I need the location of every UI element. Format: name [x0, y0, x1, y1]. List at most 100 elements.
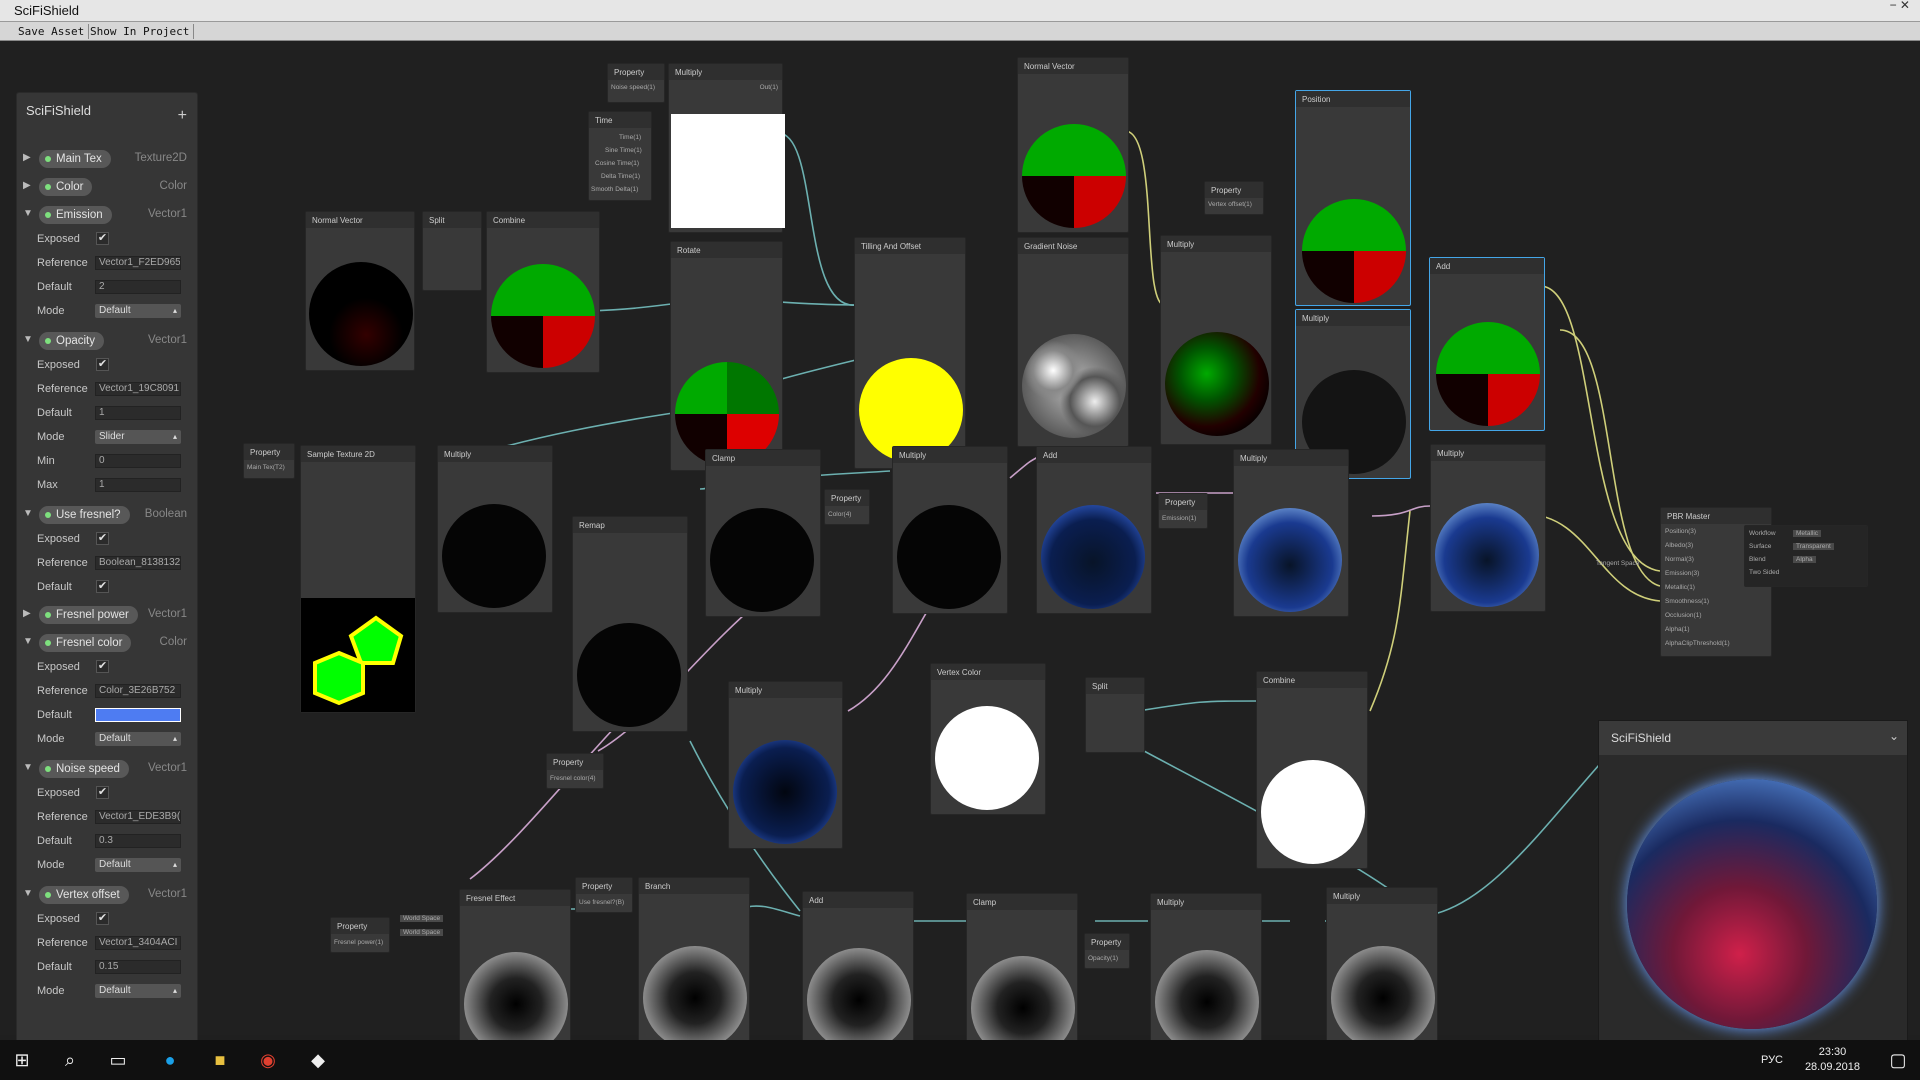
reference-field[interactable]: Vector1_19C8091: [95, 382, 181, 396]
exposed-checkbox[interactable]: ✔: [96, 232, 109, 245]
property-pill[interactable]: Fresnel color: [39, 634, 132, 652]
node-tiling-offset[interactable]: Tilling And Offset: [854, 237, 966, 469]
node-add[interactable]: Add: [1429, 257, 1545, 431]
mode-dropdown[interactable]: Default: [95, 732, 181, 746]
node-clamp[interactable]: Clamp: [705, 449, 821, 617]
port[interactable]: Albedo(3): [1665, 542, 1693, 549]
collapse-icon[interactable]: ▼: [23, 334, 33, 345]
port[interactable]: Fresnel color(4): [550, 775, 596, 782]
property-pill[interactable]: Emission: [39, 206, 112, 224]
max-field[interactable]: 1: [95, 478, 181, 492]
tangent-space-input[interactable]: Tangent Space: [1596, 560, 1639, 567]
port[interactable]: Smooth Delta(1): [591, 186, 638, 193]
mode-dropdown[interactable]: Default: [95, 858, 181, 872]
port[interactable]: Metallic(1): [1665, 584, 1695, 591]
reference-field[interactable]: Boolean_8138132: [95, 556, 181, 570]
port[interactable]: Vertex offset(1): [1208, 201, 1252, 208]
unity-icon[interactable]: ◆: [306, 1048, 330, 1072]
property-vertex-offset[interactable]: ▼ Vertex offset Vector1: [17, 885, 199, 905]
color-swatch[interactable]: [95, 708, 181, 722]
chrome-icon[interactable]: ◉: [256, 1048, 280, 1072]
windows-start-icon[interactable]: ⊞: [10, 1048, 34, 1072]
node-property-color[interactable]: Property Color(4): [824, 489, 870, 525]
mode-dropdown[interactable]: Default: [95, 304, 181, 318]
node-multiply-8[interactable]: Multiply: [728, 681, 843, 849]
exposed-checkbox[interactable]: ✔: [96, 358, 109, 371]
reference-field[interactable]: Color_3E26B752: [95, 684, 181, 698]
property-pill[interactable]: Fresnel power: [39, 606, 138, 624]
port[interactable]: Color(4): [828, 511, 851, 518]
collapse-icon[interactable]: ▼: [23, 762, 33, 773]
expand-icon[interactable]: ▶: [23, 180, 31, 191]
property-pill[interactable]: Vertex offset: [39, 886, 129, 904]
node-fresnel-effect[interactable]: Fresnel Effect: [459, 889, 571, 1061]
property-noise-speed[interactable]: ▼ Noise speed Vector1: [17, 759, 199, 779]
node-multiply-10[interactable]: Multiply: [1326, 887, 1438, 1055]
node-remap[interactable]: Remap: [572, 516, 688, 732]
default-field[interactable]: 1: [95, 406, 181, 420]
show-in-project-button[interactable]: Show In Project: [86, 24, 195, 39]
node-normal-vector[interactable]: Normal Vector: [305, 211, 415, 371]
default-field[interactable]: 2: [95, 280, 181, 294]
node-multiply-2[interactable]: Multiply: [1160, 235, 1272, 445]
port[interactable]: Smoothness(1): [1665, 598, 1709, 605]
skype-icon[interactable]: ●: [158, 1048, 182, 1072]
port[interactable]: Opacity(1): [1088, 955, 1118, 962]
node-property-use-fresnel[interactable]: Property Use fresnel?(B): [575, 877, 633, 913]
port[interactable]: Use fresnel?(B): [579, 899, 624, 906]
port[interactable]: Main Tex(T2): [247, 464, 285, 471]
reference-field[interactable]: Vector1_EDE3B9(: [95, 810, 181, 824]
blend-dropdown[interactable]: Alpha: [1793, 556, 1816, 563]
add-property-button[interactable]: +: [178, 107, 187, 125]
shader-graph-canvas[interactable]: SciFiShield + ▶ Main Tex Texture2D ▶ Color C…: [0, 41, 1920, 1075]
notifications-icon[interactable]: ▢: [1886, 1048, 1910, 1072]
min-field[interactable]: 0: [95, 454, 181, 468]
clock[interactable]: 23:30 28.09.2018: [1805, 1045, 1860, 1075]
collapse-icon[interactable]: ▼: [23, 208, 33, 219]
world-space-input-2[interactable]: World Space: [400, 929, 444, 936]
exposed-checkbox[interactable]: ✔: [96, 532, 109, 545]
node-multiply[interactable]: Multiply Out(1): [668, 63, 785, 233]
expand-icon[interactable]: ▶: [23, 608, 31, 619]
node-normal-vector-2[interactable]: Normal Vector: [1017, 57, 1129, 233]
node-combine-2[interactable]: Combine: [1256, 671, 1368, 869]
property-pill[interactable]: Main Tex: [39, 150, 111, 168]
exposed-checkbox[interactable]: ✔: [96, 912, 109, 925]
property-fresnel-color[interactable]: ▼ Fresnel color Color: [17, 633, 199, 653]
property-opacity[interactable]: ▼ Opacity Vector1: [17, 331, 199, 351]
task-view-icon[interactable]: ▭: [106, 1048, 130, 1072]
reference-field[interactable]: Vector1_3404ACI: [95, 936, 181, 950]
port[interactable]: Emission(1): [1162, 515, 1196, 522]
node-combine[interactable]: Combine: [486, 211, 600, 373]
node-add-3[interactable]: Add: [802, 891, 914, 1057]
node-split[interactable]: Split: [422, 211, 482, 291]
world-space-input[interactable]: World Space: [400, 915, 444, 922]
node-multiply-7[interactable]: Multiply: [1430, 444, 1546, 612]
node-property-fresnel-power[interactable]: Property Fresnel power(1): [330, 917, 390, 953]
port[interactable]: Sine Time(1): [605, 147, 642, 154]
file-explorer-icon[interactable]: ■: [208, 1048, 232, 1072]
default-field[interactable]: 0.3: [95, 834, 181, 848]
mode-dropdown[interactable]: Slider: [95, 430, 181, 444]
port[interactable]: Noise speed(1): [611, 84, 655, 91]
node-multiply-5[interactable]: Multiply: [892, 446, 1008, 614]
node-gradient-noise[interactable]: Gradient Noise: [1017, 237, 1129, 447]
workflow-dropdown[interactable]: Metallic: [1793, 530, 1822, 537]
chevron-down-icon[interactable]: ⌄: [1889, 729, 1899, 743]
exposed-checkbox[interactable]: ✔: [96, 786, 109, 799]
property-pill[interactable]: Noise speed: [39, 760, 129, 778]
node-add-2[interactable]: Add: [1036, 446, 1152, 614]
collapse-icon[interactable]: ▼: [23, 508, 33, 519]
property-emission[interactable]: ▼ Emission Vector1: [17, 205, 199, 225]
node-time[interactable]: Time Time(1) Sine Time(1) Cosine Time(1) Del…: [588, 111, 652, 201]
mode-dropdown[interactable]: Default: [95, 984, 181, 998]
window-controls[interactable]: − ✕: [1886, 0, 1910, 21]
port[interactable]: Normal(3): [1665, 556, 1694, 563]
property-pill[interactable]: Color: [39, 178, 93, 196]
port[interactable]: Time(1): [619, 134, 641, 141]
port[interactable]: Alpha(1): [1665, 626, 1690, 633]
node-split-2[interactable]: Split: [1085, 677, 1145, 753]
save-asset-button[interactable]: Save Asset: [14, 24, 90, 39]
reference-field[interactable]: Vector1_F2ED965: [95, 256, 181, 270]
language-indicator[interactable]: РУС: [1761, 1054, 1783, 1066]
